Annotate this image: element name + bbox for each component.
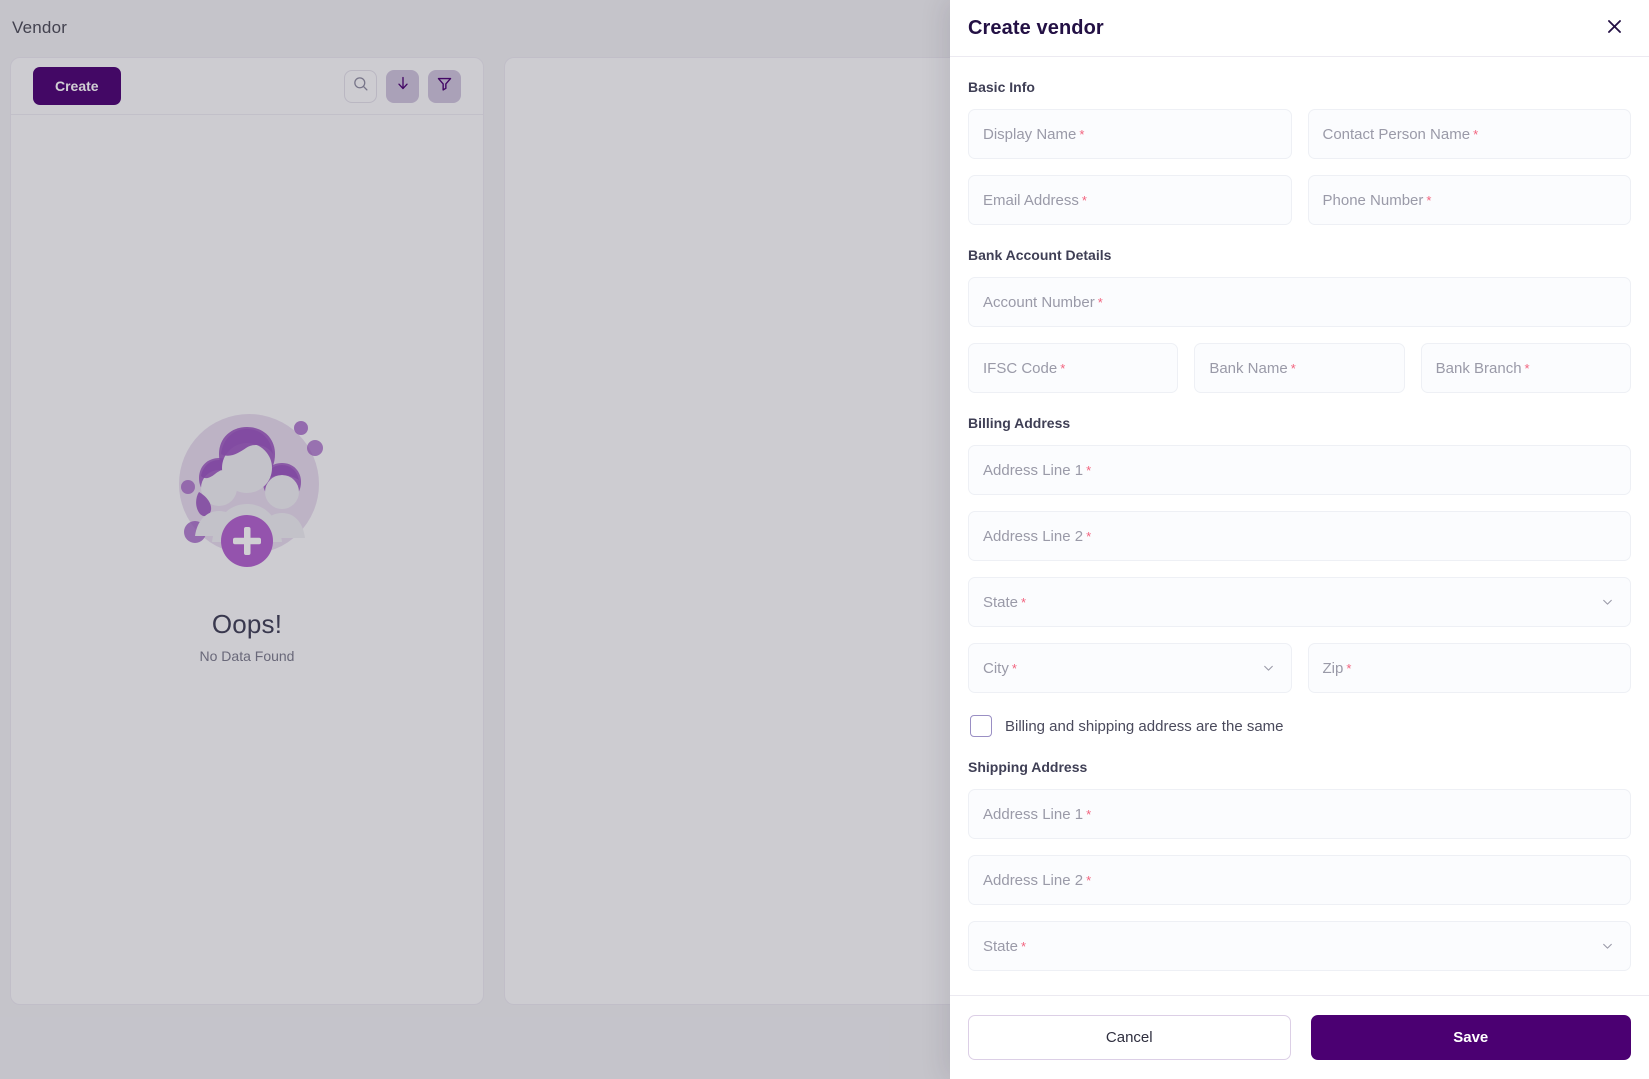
required-marker: * xyxy=(1426,192,1432,208)
billing-city-placeholder: City * xyxy=(983,659,1017,677)
drawer-title: Create vendor xyxy=(968,16,1104,39)
bank-name-placeholder: Bank Name * xyxy=(1209,359,1296,377)
same-address-label: Billing and shipping address are the sam… xyxy=(1005,717,1284,735)
billing-state-select[interactable]: State * xyxy=(968,577,1631,627)
section-label-bank-account-details: Bank Account Details xyxy=(968,247,1112,263)
billing-state-placeholder: State * xyxy=(983,593,1027,611)
required-marker: * xyxy=(1524,360,1530,376)
required-marker: * xyxy=(1011,660,1017,676)
required-marker: * xyxy=(1086,806,1092,822)
form-row: State * xyxy=(968,577,1631,627)
account-number-field[interactable]: Account Number * xyxy=(968,277,1631,327)
display-name-field[interactable]: Display Name * xyxy=(968,109,1292,159)
form-row: State * xyxy=(968,921,1631,971)
billing-address-line-1-placeholder: Address Line 1 * xyxy=(983,461,1092,479)
required-marker: * xyxy=(1021,938,1027,954)
ifsc-code-placeholder: IFSC Code * xyxy=(983,359,1066,377)
shipping-state-select[interactable]: State * xyxy=(968,921,1631,971)
required-marker: * xyxy=(1086,462,1092,478)
close-icon xyxy=(1605,17,1624,39)
display-name-placeholder: Display Name * xyxy=(983,125,1085,143)
bank-branch-placeholder: Bank Branch * xyxy=(1435,359,1530,377)
form-row: Address Line 2 * xyxy=(968,511,1631,561)
form-row: Display Name * Contact Person Name * xyxy=(968,109,1631,159)
billing-address-line-2-placeholder: Address Line 2 * xyxy=(983,527,1092,545)
required-marker: * xyxy=(1086,528,1092,544)
billing-city-select[interactable]: City * xyxy=(968,643,1292,693)
ifsc-code-field[interactable]: IFSC Code * xyxy=(968,343,1179,393)
billing-zip-placeholder: Zip * xyxy=(1322,659,1352,677)
save-button[interactable]: Save xyxy=(1310,1015,1631,1060)
required-marker: * xyxy=(1346,660,1352,676)
billing-zip-field[interactable]: Zip * xyxy=(1307,643,1631,693)
form-row: Address Line 2 * xyxy=(968,855,1631,905)
contact-person-name-field[interactable]: Contact Person Name * xyxy=(1307,109,1631,159)
required-marker: * xyxy=(1021,594,1027,610)
required-marker: * xyxy=(1060,360,1066,376)
billing-address-line-2-field[interactable]: Address Line 2 * xyxy=(968,511,1631,561)
close-button[interactable] xyxy=(1597,11,1631,45)
same-address-checkbox[interactable] xyxy=(970,715,992,737)
email-address-field[interactable]: Email Address * xyxy=(968,175,1292,225)
chevron-down-icon xyxy=(1601,596,1614,609)
shipping-state-placeholder: State * xyxy=(983,937,1027,955)
required-marker: * xyxy=(1290,360,1296,376)
cancel-button[interactable]: Cancel xyxy=(968,1015,1291,1060)
form-row: Account Number * xyxy=(968,277,1631,327)
drawer-body[interactable]: Basic Info Display Name * Contact Person … xyxy=(950,57,1649,995)
required-marker: * xyxy=(1086,872,1092,888)
chevron-down-icon xyxy=(1601,940,1614,953)
shipping-address-line-1-field[interactable]: Address Line 1 * xyxy=(968,789,1631,839)
billing-address-line-1-field[interactable]: Address Line 1 * xyxy=(968,445,1631,495)
shipping-address-line-2-field[interactable]: Address Line 2 * xyxy=(968,855,1631,905)
required-marker: * xyxy=(1079,126,1085,142)
form-row: Address Line 1 * xyxy=(968,445,1631,495)
phone-number-field[interactable]: Phone Number * xyxy=(1307,175,1631,225)
drawer-header: Create vendor xyxy=(950,0,1649,57)
required-marker: * xyxy=(1081,192,1087,208)
email-address-placeholder: Email Address * xyxy=(983,191,1087,209)
bank-branch-field[interactable]: Bank Branch * xyxy=(1420,343,1631,393)
shipping-address-line-2-placeholder: Address Line 2 * xyxy=(983,871,1092,889)
create-vendor-drawer: Create vendor Basic Info Display Name * C… xyxy=(950,0,1649,1079)
form-row: Address Line 1 * xyxy=(968,789,1631,839)
account-number-placeholder: Account Number * xyxy=(983,293,1103,311)
form-row: IFSC Code * Bank Name * Bank Branch * xyxy=(968,343,1631,393)
section-label-billing-address: Billing Address xyxy=(968,415,1071,431)
section-label-shipping-address: Shipping Address xyxy=(968,759,1088,775)
required-marker: * xyxy=(1473,126,1479,142)
chevron-down-icon xyxy=(1262,662,1275,675)
phone-number-placeholder: Phone Number * xyxy=(1322,191,1432,209)
shipping-address-line-1-placeholder: Address Line 1 * xyxy=(983,805,1092,823)
contact-person-name-placeholder: Contact Person Name * xyxy=(1322,125,1479,143)
form-row: City * Zip * xyxy=(968,643,1631,693)
drawer-footer: Cancel Save xyxy=(950,995,1649,1079)
bank-name-field[interactable]: Bank Name * xyxy=(1194,343,1405,393)
section-label-basic-info: Basic Info xyxy=(968,79,1035,95)
required-marker: * xyxy=(1097,294,1103,310)
same-address-row[interactable]: Billing and shipping address are the sam… xyxy=(970,715,1631,737)
form-row: Email Address * Phone Number * xyxy=(968,175,1631,225)
